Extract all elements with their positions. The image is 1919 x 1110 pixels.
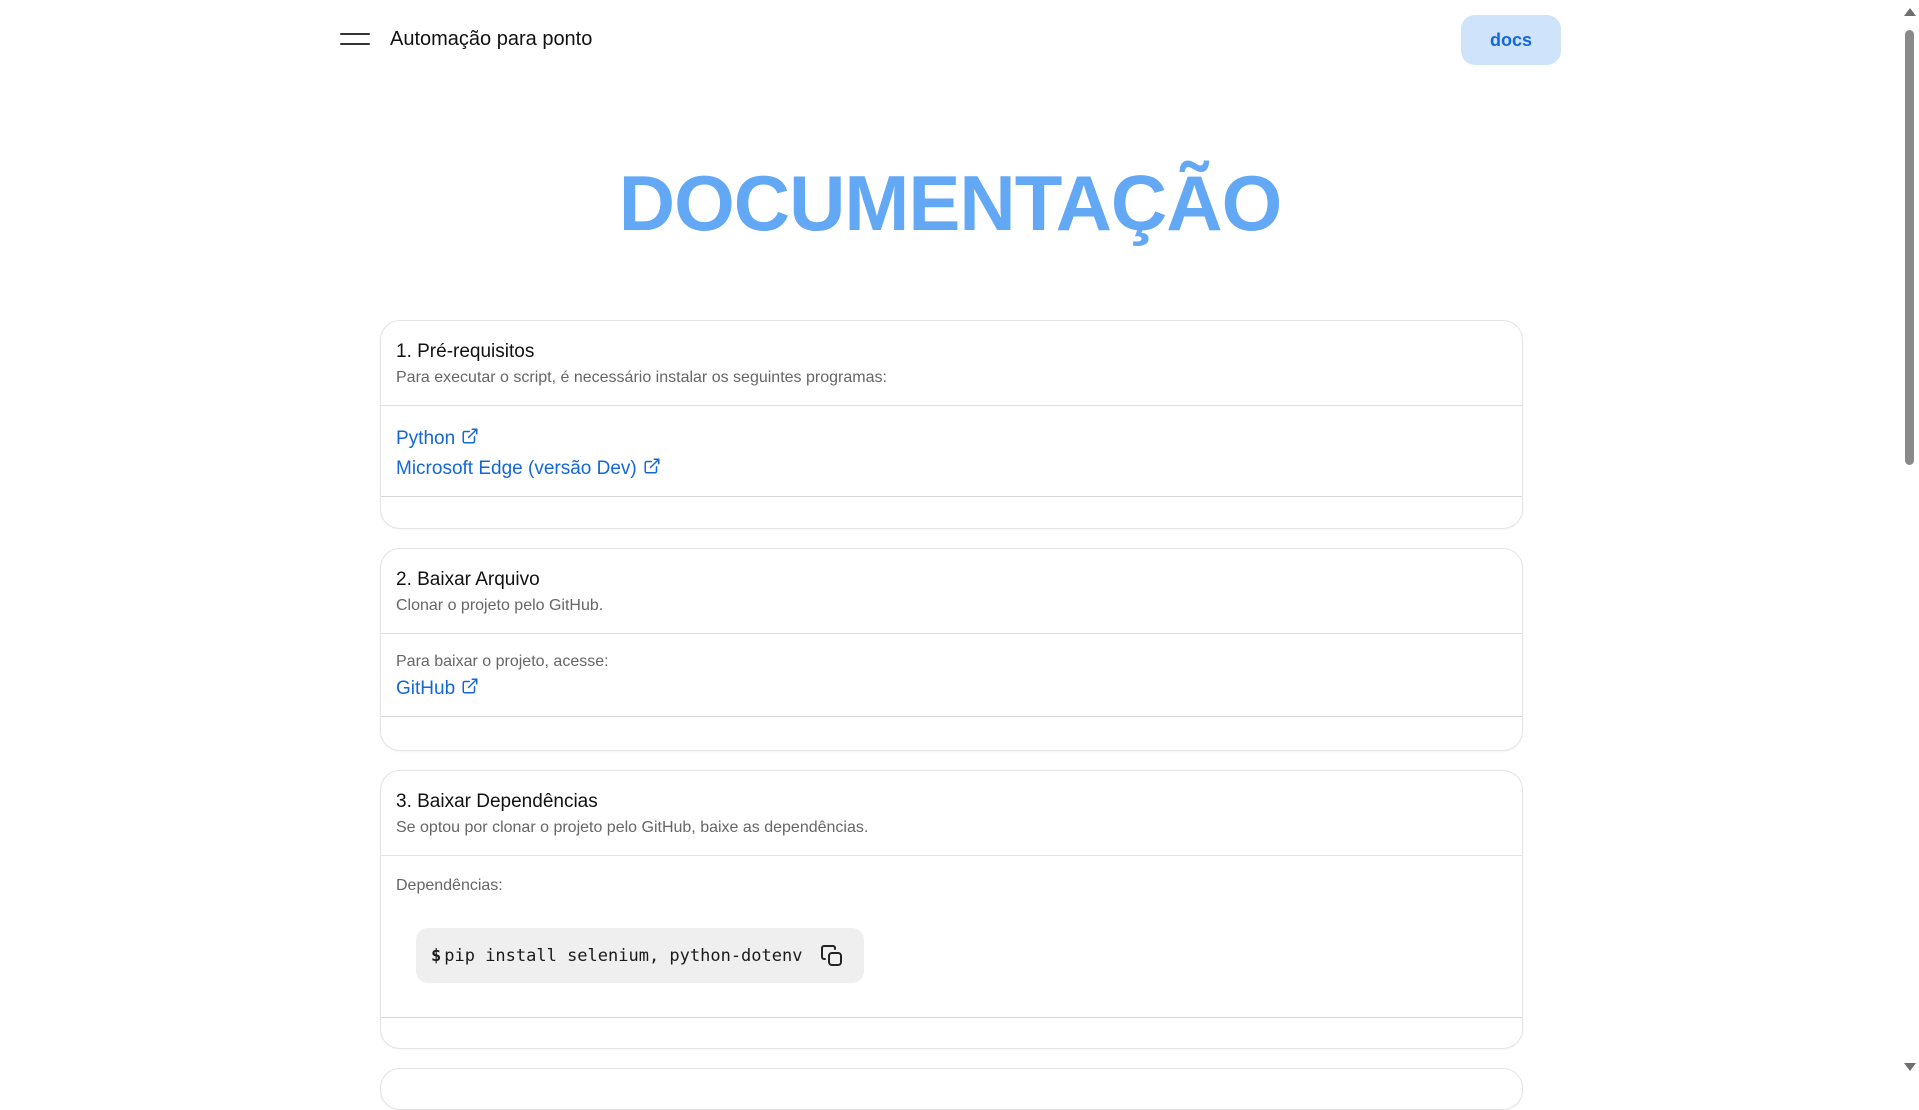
page-title: DOCUMENTAÇÃO bbox=[618, 159, 1283, 247]
section-footer bbox=[381, 497, 1522, 527]
link-label: Python bbox=[396, 428, 456, 449]
section-body: Para baixar o projeto, acesse: GitHub bbox=[381, 634, 1522, 717]
section-subtitle: Clonar o projeto pelo GitHub. bbox=[396, 597, 604, 614]
section-text: Para baixar o projeto, acesse: bbox=[396, 653, 609, 670]
section-body: Dependências: $ pip install selenium, py… bbox=[381, 856, 1522, 1018]
external-link-icon bbox=[644, 458, 660, 474]
vertical-scrollbar[interactable] bbox=[1900, 0, 1919, 1079]
link-label: GitHub bbox=[396, 678, 456, 699]
github-link[interactable]: GitHub bbox=[396, 674, 479, 704]
section-title: 2. Baixar Arquivo bbox=[396, 569, 540, 590]
section-body: Python Microsoft Edge (versão Dev) bbox=[381, 406, 1522, 497]
scroll-thumb[interactable] bbox=[1905, 30, 1914, 465]
python-link[interactable]: Python bbox=[396, 424, 479, 454]
scroll-down-icon[interactable] bbox=[1904, 1063, 1916, 1071]
section-card-download: 2. Baixar Arquivo Clonar o projeto pelo … bbox=[380, 548, 1523, 751]
section-subtitle: Para executar o script, é necessário ins… bbox=[396, 369, 887, 386]
external-link-icon bbox=[462, 678, 478, 694]
microsoft-edge-link[interactable]: Microsoft Edge (versão Dev) bbox=[396, 454, 661, 484]
section-header: 1. Pré-requisitos Para executar o script… bbox=[381, 321, 1522, 406]
section-header: 2. Baixar Arquivo Clonar o projeto pelo … bbox=[381, 549, 1522, 634]
docs-button[interactable]: docs bbox=[1461, 15, 1561, 65]
section-text: Dependências: bbox=[396, 877, 503, 894]
section-card-dependencies: 3. Baixar Dependências Se optou por clon… bbox=[380, 770, 1523, 1049]
top-header: Automação para ponto docs bbox=[0, 0, 1900, 82]
section-card-next bbox=[380, 1068, 1523, 1110]
section-subtitle: Se optou por clonar o projeto pelo GitHu… bbox=[396, 819, 869, 836]
section-title: 1. Pré-requisitos bbox=[396, 341, 535, 362]
link-label: Microsoft Edge (versão Dev) bbox=[396, 458, 637, 479]
section-title: 3. Baixar Dependências bbox=[396, 791, 598, 812]
section-footer bbox=[381, 717, 1522, 747]
hamburger-menu-icon[interactable] bbox=[340, 28, 372, 52]
section-card-prerequisites: 1. Pré-requisitos Para executar o script… bbox=[380, 320, 1523, 529]
app-title: Automação para ponto bbox=[390, 28, 593, 50]
section-footer bbox=[381, 1018, 1522, 1048]
external-link-icon bbox=[462, 428, 478, 444]
copy-icon[interactable] bbox=[820, 944, 844, 968]
code-command: pip install selenium, python-dotenv bbox=[444, 945, 803, 966]
code-block: $ pip install selenium, python-dotenv bbox=[416, 928, 865, 983]
code-prompt: $ bbox=[431, 945, 442, 966]
section-header: 3. Baixar Dependências Se optou por clon… bbox=[381, 771, 1522, 856]
scroll-up-icon[interactable] bbox=[1904, 8, 1916, 16]
